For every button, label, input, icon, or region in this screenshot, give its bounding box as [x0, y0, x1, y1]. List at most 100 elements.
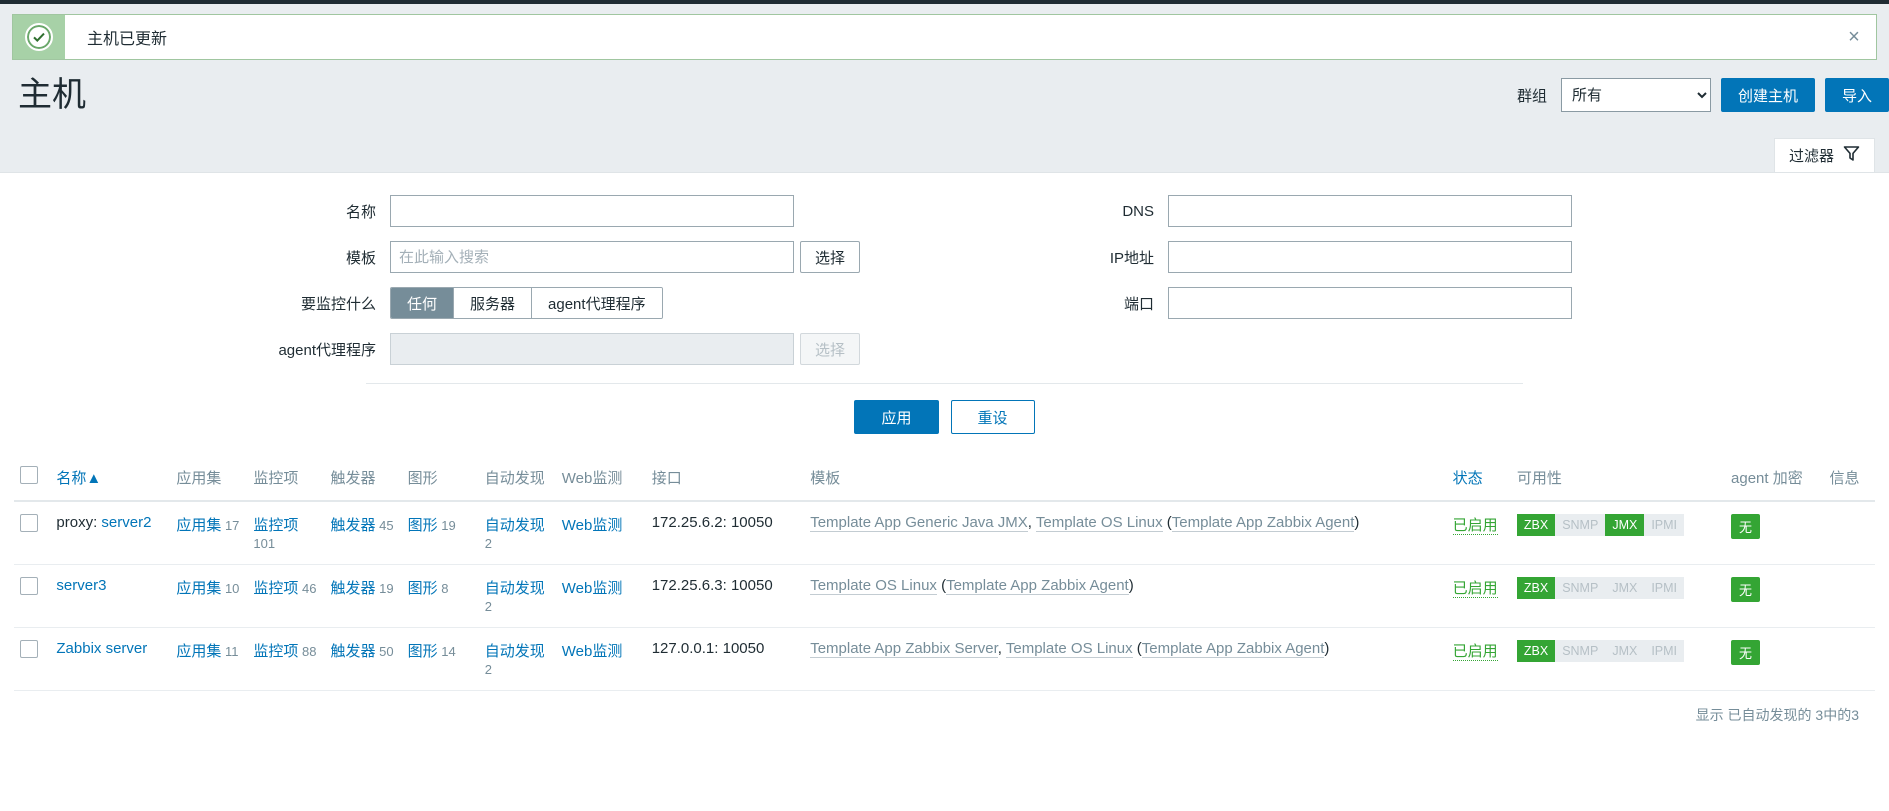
template-link[interactable]: Template App Generic Java JMX: [810, 514, 1028, 532]
graphs-link[interactable]: 图形: [408, 643, 438, 660]
message-icon-cell: [13, 15, 65, 59]
web-cell: Web监测: [555, 501, 646, 565]
availability-badge-zbx[interactable]: ZBX: [1516, 514, 1556, 537]
table-row: proxy: server2 应用集 17 监控项 101 触发器 45 图形 19 自动…: [14, 501, 1875, 565]
web-link[interactable]: Web监测: [562, 580, 623, 597]
filter-column-right: DNS IP地址 端口: [1028, 195, 1573, 365]
header-interface: 接口: [645, 456, 805, 502]
status-link[interactable]: 已启用: [1452, 517, 1498, 535]
triggers-link-count: 50: [375, 644, 394, 659]
applications-link[interactable]: 应用集: [176, 580, 221, 597]
host-name-link[interactable]: server3: [56, 577, 106, 594]
monitored-by-option-proxy[interactable]: agent代理程序: [532, 288, 662, 318]
port-input[interactable]: [1168, 287, 1573, 319]
monitored-by-option-any[interactable]: 任何: [391, 288, 455, 318]
availability-badge-ipmi[interactable]: IPMI: [1644, 514, 1685, 537]
template-link[interactable]: Template OS Linux: [1005, 640, 1133, 658]
encryption-badge: 无: [1731, 577, 1761, 602]
ip-field-label: IP地址: [1109, 249, 1155, 267]
availability-badge-ipmi[interactable]: IPMI: [1644, 577, 1685, 600]
status-cell: 已启用: [1446, 627, 1511, 691]
triggers-link[interactable]: 触发器: [331, 517, 376, 534]
filter-tab-strip: 过滤器: [0, 134, 1889, 172]
availability-badge-ipmi[interactable]: IPMI: [1644, 640, 1685, 663]
template-link[interactable]: Template App Zabbix Agent: [1171, 514, 1355, 532]
header-web: Web监测: [555, 456, 646, 502]
template-link[interactable]: Template App Zabbix Server: [810, 640, 998, 658]
close-icon[interactable]: ×: [1832, 15, 1876, 59]
availability-badge-jmx[interactable]: JMX: [1605, 577, 1645, 600]
status-link[interactable]: 已启用: [1452, 580, 1498, 598]
availability-badge-zbx[interactable]: ZBX: [1516, 640, 1556, 663]
availability-cell: ZBX SNMP JMX IPMI: [1510, 564, 1726, 628]
availability-badge-zbx[interactable]: ZBX: [1516, 577, 1556, 600]
applications-link[interactable]: 应用集: [176, 517, 221, 534]
header-items: 监控项: [247, 456, 325, 502]
host-name-link[interactable]: server2: [101, 514, 151, 531]
availability-badges: ZBX SNMP JMX IPMI: [1516, 640, 1685, 663]
template-input[interactable]: [390, 241, 794, 273]
dns-input[interactable]: [1168, 195, 1573, 227]
header-name-label: 名称: [56, 470, 87, 487]
availability-badge-jmx[interactable]: JMX: [1605, 514, 1645, 537]
template-separator: ): [1324, 640, 1330, 657]
apply-button[interactable]: 应用: [854, 400, 939, 434]
header-status[interactable]: 状态: [1446, 456, 1511, 502]
discovery-cell: 自动发现 2: [478, 564, 556, 628]
availability-badge-snmp[interactable]: SNMP: [1555, 514, 1606, 537]
applications-link[interactable]: 应用集: [176, 643, 221, 660]
template-link[interactable]: Template OS Linux: [810, 577, 937, 595]
items-link-count: 46: [298, 581, 317, 596]
discovery-link[interactable]: 自动发现: [485, 580, 545, 597]
items-link[interactable]: 监控项: [253, 643, 298, 660]
template-select-button[interactable]: 选择: [800, 241, 861, 273]
web-link[interactable]: Web监测: [562, 643, 623, 660]
ip-input[interactable]: [1168, 241, 1573, 273]
host-name-link[interactable]: Zabbix server: [56, 640, 147, 657]
availability-badge-jmx[interactable]: JMX: [1605, 640, 1645, 663]
template-link[interactable]: Template App Zabbix Agent: [1141, 640, 1325, 658]
discovery-link[interactable]: 自动发现: [485, 517, 545, 534]
filter-tab[interactable]: 过滤器: [1773, 138, 1875, 172]
status-cell: 已启用: [1446, 501, 1511, 565]
graphs-link-count: 19: [437, 518, 456, 533]
triggers-link[interactable]: 触发器: [331, 580, 376, 597]
template-separator: (: [1162, 514, 1172, 531]
items-link[interactable]: 监控项: [253, 517, 298, 534]
import-button[interactable]: 导入: [1824, 78, 1889, 112]
status-link[interactable]: 已启用: [1452, 643, 1498, 661]
info-cell: [1823, 564, 1875, 628]
monitored-by-label: 要监控什么: [300, 295, 376, 313]
filter-row-proxy: agent代理程序 选择: [250, 333, 861, 365]
graphs-cell: 图形 8: [401, 564, 479, 628]
reset-button[interactable]: 重设: [950, 400, 1035, 434]
name-input[interactable]: [390, 195, 794, 227]
graphs-link[interactable]: 图形: [408, 580, 438, 597]
template-link[interactable]: Template App Zabbix Agent: [946, 577, 1129, 595]
row-checkbox[interactable]: [20, 577, 38, 595]
page-title: 主机: [18, 76, 86, 114]
availability-badge-snmp[interactable]: SNMP: [1555, 640, 1606, 663]
create-host-button[interactable]: 创建主机: [1720, 78, 1815, 112]
items-link[interactable]: 监控项: [253, 580, 298, 597]
applications-link-count: 11: [221, 644, 239, 659]
encryption-cell: 无: [1725, 564, 1824, 628]
message-bar-region: 主机已更新 ×: [0, 4, 1889, 60]
graphs-cell: 图形 19: [401, 501, 479, 565]
template-link[interactable]: Template OS Linux: [1035, 514, 1163, 532]
web-link[interactable]: Web监测: [562, 517, 623, 534]
triggers-link[interactable]: 触发器: [331, 643, 376, 660]
select-all-checkbox[interactable]: [20, 466, 38, 484]
row-checkbox[interactable]: [20, 640, 38, 658]
filter-column-left: 名称 模板 选择 要监控什么 任何 服务器 agent代理程序 agent代理程…: [250, 195, 861, 365]
discovery-cell: 自动发现 2: [478, 501, 556, 565]
interface-cell: 172.25.6.3: 10050: [645, 564, 805, 628]
success-message-bar: 主机已更新 ×: [12, 14, 1877, 60]
discovery-link[interactable]: 自动发现: [485, 643, 545, 660]
row-checkbox[interactable]: [20, 514, 38, 532]
graphs-link[interactable]: 图形: [408, 517, 438, 534]
monitored-by-option-server[interactable]: 服务器: [454, 288, 533, 318]
group-select[interactable]: 所有: [1560, 78, 1711, 112]
header-name[interactable]: 名称▲: [50, 456, 171, 502]
availability-badge-snmp[interactable]: SNMP: [1555, 577, 1606, 600]
